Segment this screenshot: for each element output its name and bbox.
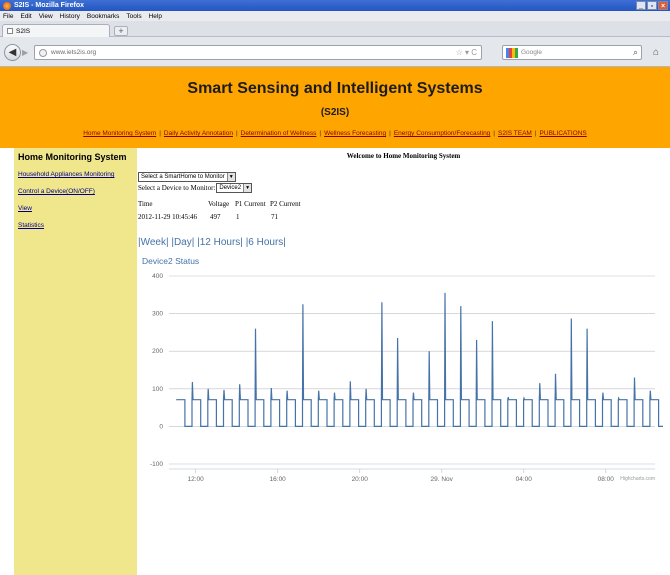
search-icon[interactable]: ⌕ (633, 47, 638, 58)
y-tick-label: 0 (159, 423, 163, 430)
url-bar[interactable]: www.iets2is.org ☆ ▾ C (34, 45, 482, 60)
chart-credits[interactable]: Highcharts.com (620, 476, 655, 482)
main-content: Welcome to Home Monitoring System Select… (137, 148, 670, 575)
device-label: Select a Device to Monitor: (138, 184, 216, 192)
dropdown-arrow-icon[interactable]: ▼ (243, 184, 252, 192)
sidebar: Home Monitoring System Household Applian… (14, 148, 137, 575)
readings-value-time: 2012-11-29 10:45:46 (138, 213, 198, 221)
smarthome-select[interactable]: Select a SmartHome to Monitor ▼ (138, 172, 236, 182)
range-12-hours[interactable]: |12 Hours| (197, 237, 243, 248)
back-button[interactable]: ◀ (4, 44, 21, 61)
smarthome-select-value: Select a SmartHome to Monitor (141, 174, 225, 180)
nav-publications[interactable]: PUBLICATIONS (540, 130, 587, 137)
welcome-heading: Welcome to Home Monitoring System (346, 152, 461, 160)
menu-bookmarks[interactable]: Bookmarks (87, 13, 120, 20)
menu-edit[interactable]: Edit (20, 13, 31, 20)
device-select[interactable]: Device2 ▼ (216, 183, 253, 193)
nav-home-monitoring[interactable]: Home Monitoring System (83, 130, 156, 137)
nav-daily-activity[interactable]: Daily Activity Annotation (164, 130, 233, 137)
site-abbreviation: (S2IS) (320, 107, 350, 118)
top-navigation: Home Monitoring System | Daily Activity An… (83, 130, 587, 137)
sidebar-link-statistics[interactable]: Statistics (18, 222, 133, 229)
minimize-icon[interactable]: _ (636, 1, 646, 10)
readings-header-voltage: Voltage (208, 200, 230, 208)
y-tick-label: 100 (152, 386, 163, 393)
close-icon[interactable]: × (658, 1, 668, 10)
site-banner: Smart Sensing and Intelligent Systems (S… (0, 67, 670, 148)
x-tick-label: 16:00 (270, 476, 287, 483)
sidebar-title: Home Monitoring System (18, 152, 127, 162)
menu-tools[interactable]: Tools (126, 13, 141, 20)
firefox-icon (3, 1, 11, 10)
tab-s2is[interactable]: S2IS (2, 24, 110, 37)
readings-value-p1: 1 (236, 213, 240, 221)
window-title: S2IS - Mozilla Firefox (14, 2, 85, 9)
readings-header-p1: P1 Current (235, 200, 266, 208)
navigation-toolbar: ◀ ▶ www.iets2is.org ☆ ▾ C Google ⌕ ⌂ (0, 37, 670, 67)
chart-title: Device2 Status (142, 256, 199, 266)
time-range-selector: |Week| |Day| |12 Hours| |6 Hours| (138, 237, 286, 248)
range-week[interactable]: |Week| (138, 237, 169, 248)
menu-view[interactable]: View (39, 13, 53, 20)
menu-history[interactable]: History (60, 13, 80, 20)
page-favicon-icon (7, 28, 13, 34)
menu-bar: File Edit View History Bookmarks Tools H… (0, 11, 670, 21)
nav-wellness-forecasting[interactable]: Wellness Forecasting (324, 130, 386, 137)
readings-header-time: Time (138, 200, 153, 208)
site-identity-icon[interactable] (39, 48, 47, 57)
sidebar-link-view[interactable]: View (18, 205, 133, 212)
readings-value-voltage: 497 (210, 213, 221, 221)
device-status-chart: Device2 Status -100 0 100 200 300 400 12:00 16… (142, 256, 663, 483)
y-tick-label: 200 (152, 348, 163, 355)
y-tick-label: 300 (152, 311, 163, 318)
x-tick-label: 04:00 (516, 476, 533, 483)
nav-team[interactable]: S2IS TEAM (498, 130, 532, 137)
readings-value-p2: 71 (271, 213, 278, 221)
nav-wellness-determination[interactable]: Determination of Wellness (241, 130, 317, 137)
tab-bar: S2IS + (0, 21, 670, 37)
maximize-icon[interactable]: ▫ (647, 1, 657, 10)
y-tick-label: 400 (152, 273, 163, 280)
device-row: Select a Device to Monitor: Device2 ▼ (138, 183, 253, 193)
x-tick-label: 29. Nov (431, 476, 454, 483)
range-day[interactable]: |Day| (171, 237, 194, 248)
home-icon[interactable]: ⌂ (648, 45, 664, 60)
menu-help[interactable]: Help (149, 13, 162, 20)
sidebar-link-control-device[interactable]: Control a Device(ON/OFF) (18, 188, 133, 195)
forward-button[interactable]: ▶ (22, 47, 34, 59)
y-tick-label: -100 (150, 461, 163, 468)
tab-label: S2IS (16, 27, 31, 35)
range-6-hours[interactable]: |6 Hours| (246, 237, 286, 248)
x-tick-label: 20:00 (352, 476, 369, 483)
search-input[interactable]: Google ⌕ (502, 45, 642, 60)
chart-series-line (176, 292, 663, 427)
device-select-value: Device2 (219, 185, 242, 191)
smarthome-row: Select a SmartHome to Monitor ▼ (138, 171, 236, 182)
google-engine-icon[interactable] (506, 47, 518, 58)
sidebar-link-appliances[interactable]: Household Appliances Monitoring (18, 171, 133, 178)
window-controls: _ ▫ × (636, 1, 668, 10)
url-text: www.iets2is.org (51, 49, 97, 56)
nav-energy-consumption[interactable]: Energy Consumption/Forecasting (394, 130, 490, 137)
window-titlebar: S2IS - Mozilla Firefox _ ▫ × (0, 0, 670, 11)
bookmark-reload-icons[interactable]: ☆ ▾ C (456, 48, 477, 57)
dropdown-arrow-icon[interactable]: ▼ (226, 173, 235, 181)
x-tick-label: 12:00 (188, 476, 205, 483)
site-title: Smart Sensing and Intelligent Systems (187, 80, 483, 97)
x-tick-label: 08:00 (598, 476, 615, 483)
search-placeholder: Google (521, 49, 542, 56)
menu-file[interactable]: File (3, 13, 13, 20)
new-tab-button[interactable]: + (114, 26, 128, 36)
readings-header-p2: P2 Current (270, 200, 301, 208)
